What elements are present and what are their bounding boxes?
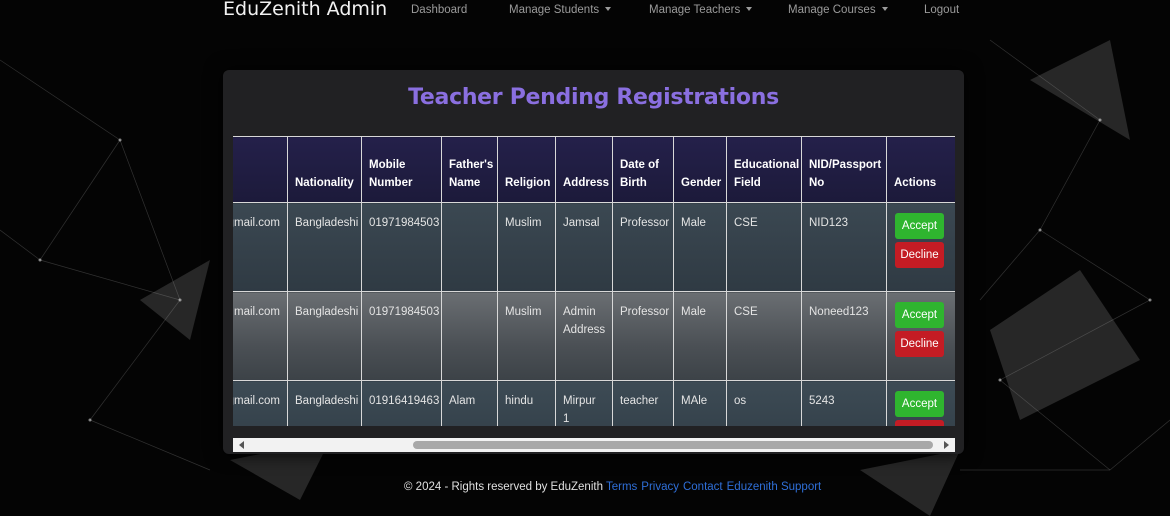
decline-button[interactable]: Decline [895, 331, 944, 357]
nav-manage-teachers[interactable]: Manage Teachers [649, 4, 753, 16]
accept-button[interactable]: Accept [895, 213, 944, 239]
cell-mobile: 01971984503 [361, 202, 442, 292]
cell-email: mail.com [233, 291, 288, 381]
cell-actions: Accept Decline [886, 202, 955, 292]
cell-religion: Muslim [497, 202, 556, 292]
col-header-nid: NID/Passport No [801, 136, 887, 203]
col-header-nationality: Nationality [287, 136, 362, 203]
horizontal-scrollbar[interactable] [233, 438, 955, 452]
footer-copyright: © 2024 - Rights reserved by EduZenith [404, 481, 603, 493]
nav-manage-students[interactable]: Manage Students [509, 4, 612, 16]
nav-manage-courses[interactable]: Manage Courses [788, 4, 888, 16]
cell-nid: Noneed123 [801, 291, 887, 381]
cell-nationality: Bangladeshi [287, 380, 362, 426]
col-header-mobile: Mobile Number [361, 136, 442, 203]
col-header-field: Educational Field [726, 136, 802, 203]
pending-registrations-card: Teacher Pending Registrations Nationalit… [223, 70, 964, 454]
cell-dob: teacher [612, 380, 674, 426]
cell-father: Alam [441, 380, 498, 426]
cell-religion: hindu [497, 380, 556, 426]
scroll-left-arrow-icon[interactable] [239, 441, 244, 449]
cell-father [441, 291, 498, 381]
footer-link-support[interactable]: Eduzenith Support [727, 481, 822, 493]
cell-religion: Muslim [497, 291, 556, 381]
cell-gender: Male [673, 202, 727, 292]
table-header-row: Nationality Mobile Number Father's Name … [233, 136, 955, 203]
accept-button[interactable]: Accept [895, 302, 944, 328]
nav-manage-students-label: Manage Students [509, 4, 600, 16]
col-header-actions: Actions [886, 136, 955, 203]
cell-father [441, 202, 498, 292]
col-header-father: Father's Name [441, 136, 498, 203]
cell-address: Jamsal [555, 202, 613, 292]
cell-nationality: Bangladeshi [287, 202, 362, 292]
decline-button[interactable]: Decline [895, 420, 944, 426]
cell-email: gmail.com [233, 380, 288, 426]
cell-actions: Accept Decline [886, 291, 955, 381]
table-scroll-container[interactable]: Nationality Mobile Number Father's Name … [233, 136, 955, 426]
pending-teachers-table: Nationality Mobile Number Father's Name … [233, 136, 955, 426]
cell-field: os [726, 380, 802, 426]
col-header-religion: Religion [497, 136, 556, 203]
nav-logout-label: Logout [924, 4, 960, 16]
cell-nationality: Bangladeshi [287, 291, 362, 381]
footer-link-contact[interactable]: Contact [683, 481, 723, 493]
col-header-gender: Gender [673, 136, 727, 203]
cell-dob: Professor [612, 291, 674, 381]
scroll-right-arrow-icon[interactable] [944, 441, 949, 449]
table-row: mail.com Bangladeshi 01971984503 Muslim … [233, 291, 955, 381]
nav-logout[interactable]: Logout [924, 4, 959, 16]
navbar: EduZenith Admin Dashboard Manage Student… [0, 0, 1170, 28]
col-header-email [233, 136, 288, 203]
footer: © 2024 - Rights reserved by EduZenith Ter… [404, 481, 821, 493]
cell-actions: Accept Decline [886, 380, 955, 426]
nav-manage-courses-label: Manage Courses [788, 4, 876, 16]
footer-link-privacy[interactable]: Privacy [641, 481, 679, 493]
col-header-dob: Date of Birth [612, 136, 674, 203]
cell-mobile: 01971984503 [361, 291, 442, 381]
scrollbar-thumb[interactable] [413, 441, 933, 449]
cell-mobile: 01916419463 [361, 380, 442, 426]
table-row: gmail.com Bangladeshi 01916419463 Alam h… [233, 380, 955, 426]
accept-button[interactable]: Accept [895, 391, 944, 417]
cell-field: CSE [726, 291, 802, 381]
cell-email: gmail.com [233, 202, 288, 292]
nav-manage-teachers-label: Manage Teachers [649, 4, 741, 16]
chevron-down-icon [605, 6, 612, 11]
cell-nid: 5243 [801, 380, 887, 426]
chevron-down-icon [746, 6, 753, 11]
page-title: Teacher Pending Registrations [408, 85, 779, 110]
chevron-down-icon [881, 6, 888, 11]
cell-address: Admin Address [555, 291, 613, 381]
cell-address: Mirpur 1 [555, 380, 613, 426]
nav-dashboard-label: Dashboard [411, 4, 468, 16]
footer-link-terms[interactable]: Terms [606, 481, 637, 493]
decline-button[interactable]: Decline [895, 242, 944, 268]
cell-dob: Professor [612, 202, 674, 292]
cell-nid: NID123 [801, 202, 887, 292]
table-row: gmail.com Bangladeshi 01971984503 Muslim… [233, 202, 955, 292]
cell-gender: MAle [673, 380, 727, 426]
brand-logo[interactable]: EduZenith Admin [223, 0, 387, 20]
cell-gender: Male [673, 291, 727, 381]
nav-dashboard[interactable]: Dashboard [411, 4, 467, 16]
cell-field: CSE [726, 202, 802, 292]
col-header-address: Address [555, 136, 613, 203]
